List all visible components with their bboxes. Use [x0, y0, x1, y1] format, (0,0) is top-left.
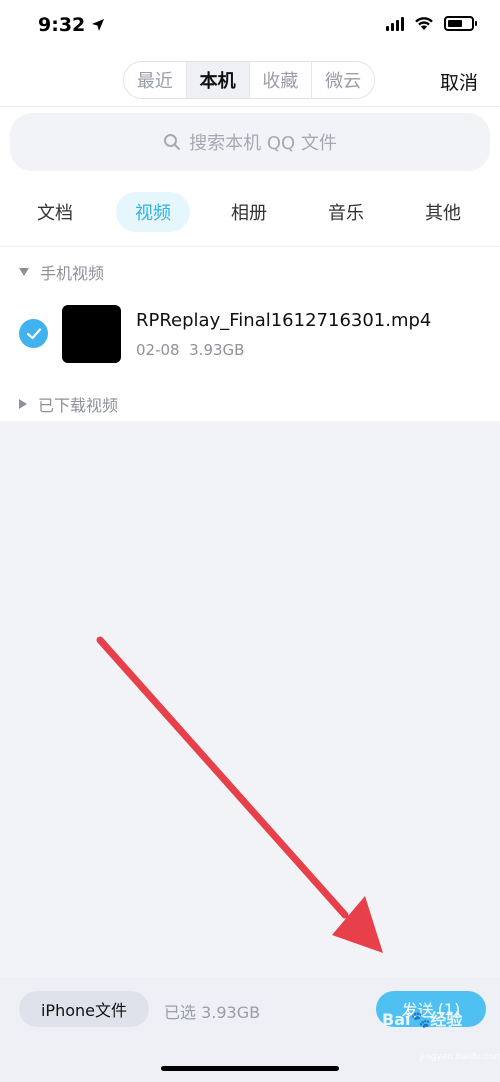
cellular-signal-icon [386, 16, 404, 31]
home-indicator[interactable] [161, 1066, 339, 1071]
selected-size-label: 已选 3.93GB [164, 1003, 261, 1022]
search-placeholder: 搜索本机 QQ 文件 [189, 133, 337, 154]
tab-music[interactable]: 音乐 [317, 192, 375, 232]
watermark-url: jingyan.baidu.com [420, 1052, 500, 1062]
clock: 9:32 [38, 14, 86, 36]
file-row[interactable]: RPReplay_Final1612716301.mp4 02-08 3.93G… [0, 300, 500, 370]
tab-documents[interactable]: 文档 [26, 192, 84, 232]
file-size: 3.93GB [189, 341, 245, 359]
location-arrow-icon [92, 19, 105, 31]
segment-weiyun[interactable]: 微云 [312, 62, 374, 98]
video-thumbnail [62, 305, 121, 363]
file-name: RPReplay_Final1612716301.mp4 [136, 310, 432, 331]
checkmark-icon [26, 327, 41, 339]
tab-videos[interactable]: 视频 [116, 192, 190, 232]
section-phone-videos[interactable]: 手机视频 [18, 260, 104, 284]
category-tabs: 文档 视频 相册 音乐 其他 [0, 192, 500, 234]
section-downloaded-videos[interactable]: 已下载视频 [18, 392, 118, 416]
triangle-right-icon [19, 399, 27, 409]
checkbox-checked[interactable] [19, 319, 48, 348]
iphone-files-button[interactable]: iPhone文件 [19, 991, 149, 1027]
watermark-logo: Bai🐾经验 [382, 1010, 463, 1029]
status-indicators [386, 16, 477, 31]
battery-icon [444, 16, 477, 31]
file-meta: 02-08 3.93GB [136, 341, 244, 359]
status-time: 9:32 [38, 14, 105, 36]
file-date: 02-08 [136, 341, 180, 359]
segment-recent[interactable]: 最近 [124, 62, 187, 98]
tab-albums[interactable]: 相册 [220, 192, 278, 232]
section-title: 手机视频 [40, 264, 105, 283]
segment-local[interactable]: 本机 [186, 62, 250, 98]
section-title: 已下载视频 [38, 396, 119, 415]
cancel-button[interactable]: 取消 [440, 68, 478, 95]
divider [0, 106, 500, 107]
tab-other[interactable]: 其他 [414, 192, 472, 232]
segment-favorites[interactable]: 收藏 [250, 62, 313, 98]
divider [0, 246, 500, 247]
search-input[interactable]: 搜索本机 QQ 文件 [10, 113, 490, 171]
triangle-down-icon [19, 268, 29, 276]
source-segmented-control: 最近 本机 收藏 微云 [123, 61, 375, 99]
search-icon [164, 134, 181, 150]
wifi-icon [415, 17, 433, 30]
